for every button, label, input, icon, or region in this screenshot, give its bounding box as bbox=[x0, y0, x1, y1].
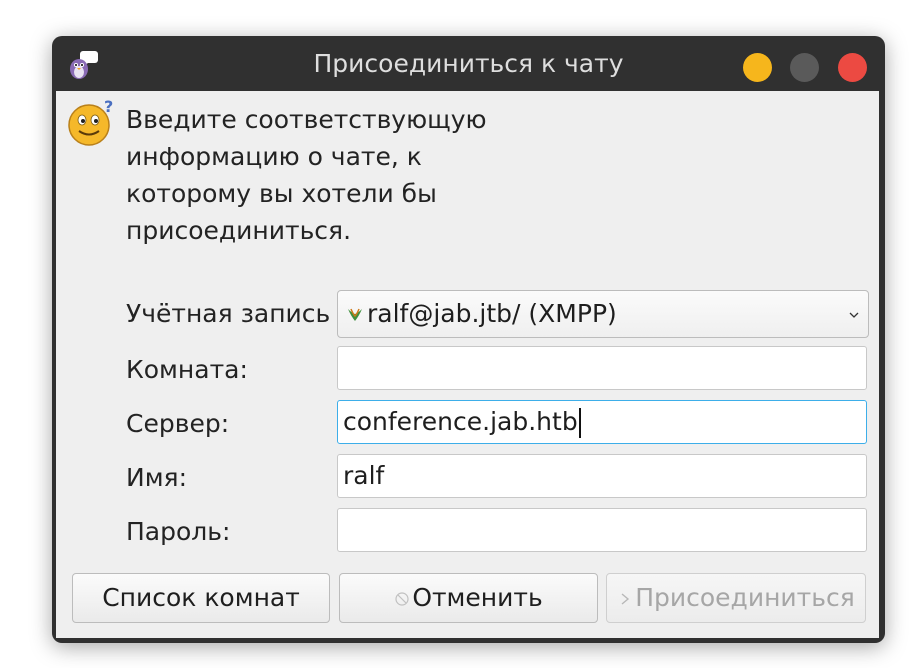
question-smiley-icon: ? bbox=[68, 98, 113, 146]
room-list-button[interactable]: Список комнат bbox=[72, 573, 330, 623]
intro-line: Введите соответствующую bbox=[126, 105, 487, 134]
name-label: Имя: bbox=[126, 463, 188, 492]
password-input[interactable] bbox=[337, 508, 867, 552]
close-button[interactable] bbox=[838, 53, 867, 82]
svg-text:?: ? bbox=[104, 98, 113, 116]
intro-line: присоединиться. bbox=[126, 216, 352, 245]
join-arrow-icon bbox=[621, 593, 630, 605]
chevron-down-icon bbox=[849, 312, 859, 318]
server-input[interactable]: conference.jab.htb bbox=[337, 400, 867, 444]
text-cursor bbox=[578, 408, 581, 438]
room-list-label: Список комнат bbox=[102, 583, 300, 612]
maximize-button[interactable] bbox=[790, 53, 819, 82]
room-label: Комната: bbox=[126, 355, 248, 384]
join-chat-window: Присоединиться к чату ? Введите соответс… bbox=[52, 36, 885, 643]
xmpp-icon bbox=[348, 308, 362, 321]
account-select[interactable]: ralf@jab.jtb/ (XMPP) bbox=[337, 290, 869, 338]
cancel-button[interactable]: Отменить bbox=[339, 573, 598, 623]
password-label: Пароль: bbox=[126, 517, 231, 546]
title-bar[interactable]: Присоединиться к чату bbox=[52, 36, 885, 90]
cancel-icon bbox=[395, 592, 409, 606]
intro-text: Введите соответствующую информацию о чат… bbox=[126, 101, 546, 249]
cancel-label: Отменить bbox=[412, 583, 543, 612]
intro-line: информацию о чате, к bbox=[126, 142, 422, 171]
account-value: ralf@jab.jtb/ (XMPP) bbox=[367, 299, 617, 328]
server-value: conference.jab.htb bbox=[343, 407, 578, 436]
dialog-body: ? Введите соответствующую информацию о ч… bbox=[56, 91, 879, 638]
join-label: Присоединиться bbox=[635, 583, 855, 612]
room-input[interactable] bbox=[337, 346, 867, 390]
account-label: Учётная запись bbox=[126, 299, 331, 328]
minimize-button[interactable] bbox=[743, 53, 772, 82]
name-input[interactable]: ralf bbox=[337, 454, 867, 498]
join-button[interactable]: Присоединиться bbox=[606, 573, 866, 623]
intro-line: которому вы хотели бы bbox=[126, 179, 437, 208]
server-label: Сервер: bbox=[126, 409, 230, 438]
